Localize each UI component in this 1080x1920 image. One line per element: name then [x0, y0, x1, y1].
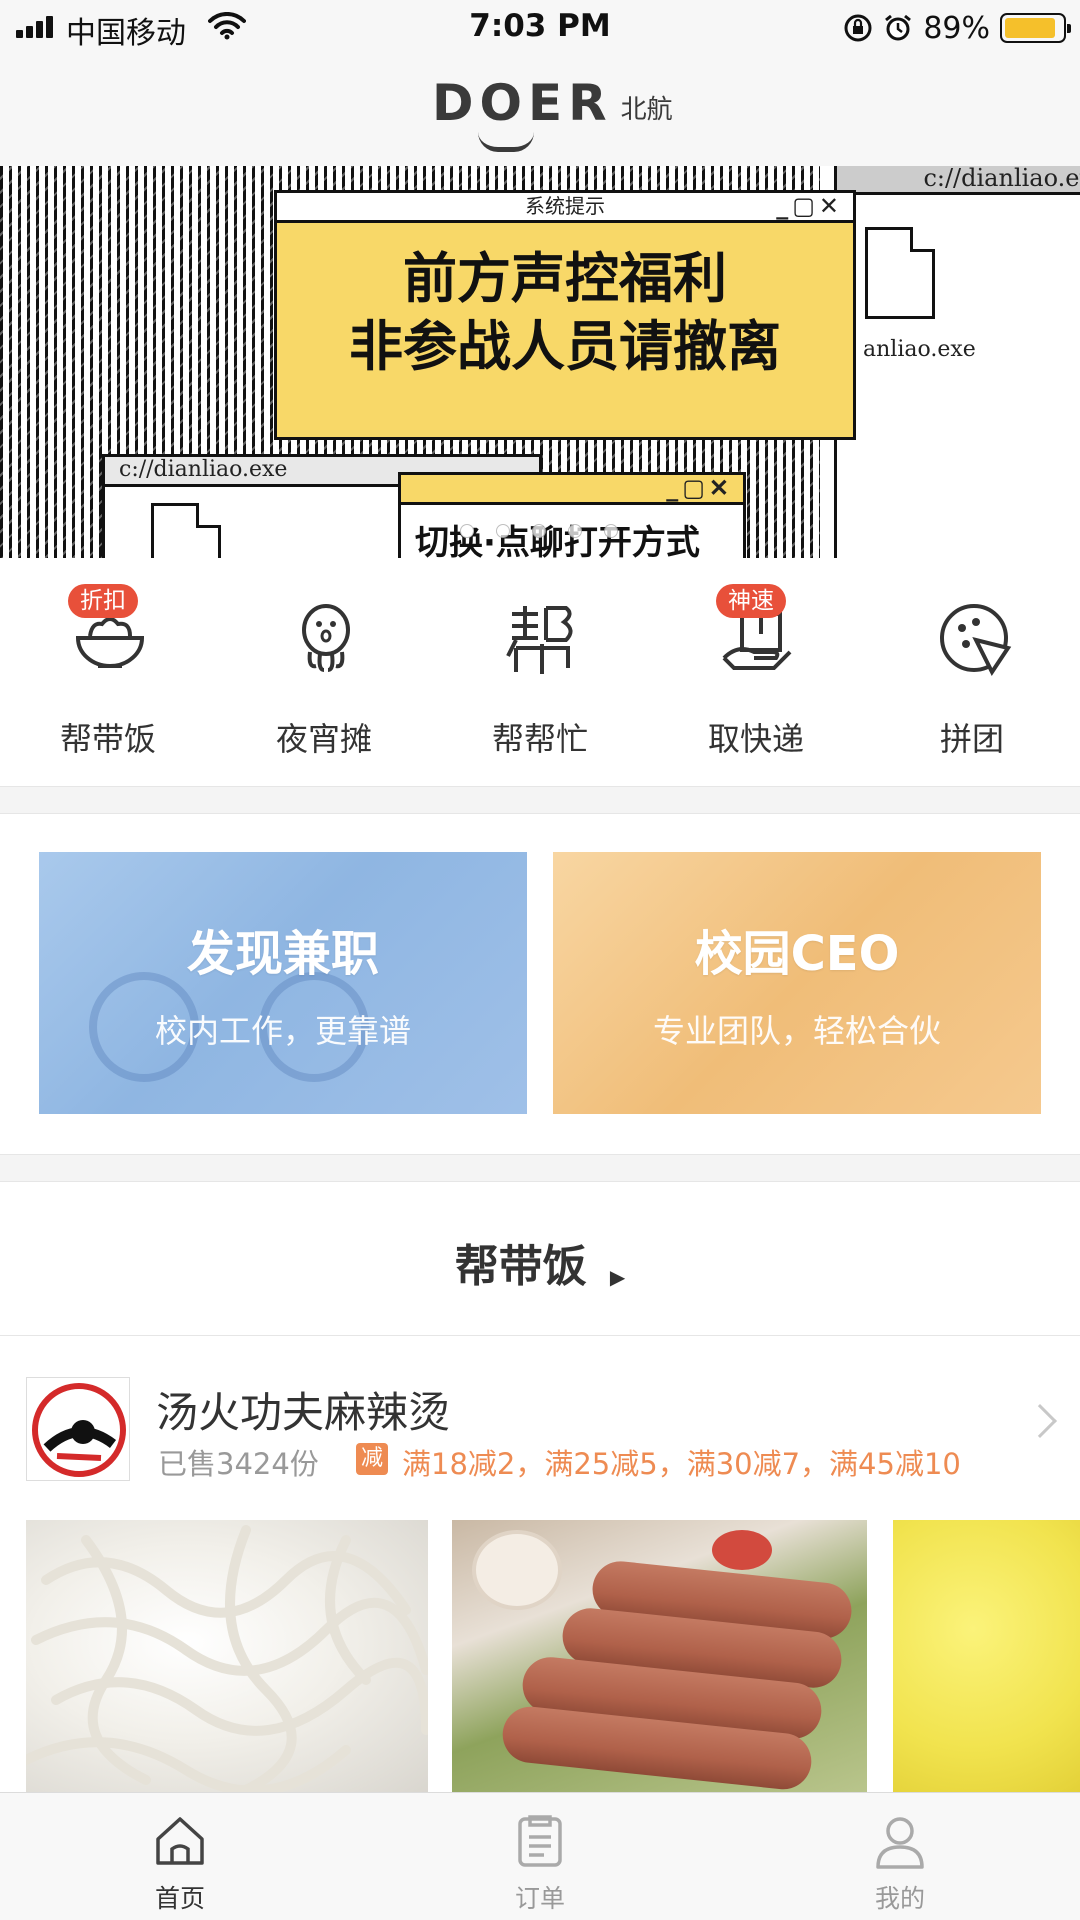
tab-label: 订单: [514, 1884, 565, 1913]
shop-logo: [26, 1377, 130, 1481]
carousel-indicator[interactable]: [460, 524, 618, 538]
play-arrow-icon: ▶: [609, 1264, 626, 1289]
carousel-dot[interactable]: [496, 524, 510, 538]
banner-window-right: c://dianliao.ex anliao.exe: [834, 166, 1080, 558]
octopus-icon: [302, 604, 350, 672]
promo-title: 校园CEO: [694, 926, 900, 982]
discount-badge: 折扣: [68, 584, 138, 618]
shop-sold-count: 已售3424份: [158, 1447, 319, 1481]
shop-item[interactable]: 汤火功夫麻辣烫 已售3424份 减 满18减2，满25减5，满30减7，满45减…: [0, 1337, 1080, 1517]
category-label: 帮带饭: [59, 720, 156, 758]
window-controls-icon: _▢✕: [666, 473, 733, 502]
category-label: 帮帮忙: [491, 720, 588, 758]
dish-gallery[interactable]: [0, 1520, 1080, 1792]
pizza-icon: [940, 604, 1012, 676]
dish-image-sausages[interactable]: [452, 1520, 867, 1792]
rotation-lock-icon: [844, 14, 872, 42]
category-label: 取快递: [707, 720, 804, 758]
alarm-icon: [885, 14, 912, 41]
dialog-title: 系统提示: [525, 194, 605, 218]
category-label: 拼团: [939, 720, 1004, 758]
logo-smile-mark: [478, 132, 534, 152]
shop-promotions: 满18减2，满25减5，满30减7，满45减10: [402, 1447, 961, 1481]
logo-subtitle: 北航: [620, 95, 673, 125]
banner-carousel[interactable]: c://dianliao.ex anliao.exe c://dianliao.…: [0, 166, 1080, 558]
category-label: 夜宵摊: [275, 720, 372, 758]
promo-section: 发现兼职 校内工作，更靠谱 校园CEO 专业团队，轻松合伙: [0, 814, 1080, 1154]
shop-name: 汤火功夫麻辣烫: [156, 1388, 451, 1437]
category-grid: 折扣 帮带饭 夜宵摊 帮帮忙 神速 取快递 拼团: [0, 558, 1080, 786]
category-qukuaidi[interactable]: 神速 取快递: [648, 558, 864, 786]
banner-headline-1: 前方声控福利: [403, 247, 727, 310]
shop-logo-image: [32, 1383, 126, 1477]
dish-image-noodles[interactable]: [26, 1520, 428, 1792]
status-bar: 中国移动 7:03 PM 89%: [0, 0, 1080, 54]
app-header: DOER 北航: [0, 54, 1080, 166]
discount-tag: 减: [356, 1443, 388, 1475]
help-character-icon: [506, 606, 573, 674]
section-title: 帮带饭: [454, 1241, 587, 1292]
tab-home[interactable]: 首页: [0, 1793, 360, 1920]
carousel-dot[interactable]: [568, 524, 582, 538]
promo-card-ceo[interactable]: 校园CEO 专业团队，轻松合伙: [553, 852, 1041, 1114]
tab-label: 我的: [874, 1884, 925, 1913]
battery-icon: [1000, 13, 1071, 43]
home-icon: [156, 1817, 204, 1865]
category-pintuan[interactable]: 拼团: [864, 558, 1080, 786]
app-logo: DOER 北航: [432, 74, 673, 152]
category-bangdaifan[interactable]: 折扣 帮带饭: [0, 558, 216, 786]
section-header[interactable]: 帮带饭 ▶: [0, 1182, 1080, 1336]
banner-dialog: 系统提示 _▢✕ 前方声控福利 非参战人员请撤离: [274, 190, 856, 440]
logo-text: DOER: [432, 74, 613, 132]
promo-subtitle: 校内工作，更靠谱: [154, 1012, 411, 1050]
speed-badge: 神速: [716, 584, 786, 618]
section-divider: [0, 786, 1080, 814]
user-profile-icon: [876, 1817, 924, 1869]
tab-orders[interactable]: 订单: [360, 1793, 720, 1920]
chevron-right-icon[interactable]: [1023, 1404, 1057, 1438]
carousel-dot[interactable]: [604, 524, 618, 538]
battery-percent: 89%: [923, 10, 990, 46]
carousel-dot[interactable]: [532, 524, 546, 538]
category-yexiaotan[interactable]: 夜宵摊: [216, 558, 432, 786]
section-divider: [0, 1154, 1080, 1182]
tab-bar: 首页 订单 我的: [0, 1792, 1080, 1920]
file-icon: [865, 227, 935, 319]
category-bangbangmang[interactable]: 帮帮忙: [432, 558, 648, 786]
tab-profile[interactable]: 我的: [720, 1793, 1080, 1920]
banner-window-small: _▢✕ 切换·点聊打开方式: [398, 472, 746, 558]
window-controls-icon: _▢✕: [776, 192, 843, 220]
dish-image-cabbage[interactable]: [893, 1520, 1080, 1792]
carousel-dot[interactable]: [460, 524, 474, 538]
tab-label: 首页: [154, 1884, 205, 1913]
promo-title: 发现兼职: [186, 926, 379, 982]
promo-subtitle: 专业团队，轻松合伙: [652, 1012, 941, 1050]
order-clipboard-icon: [518, 1815, 562, 1867]
promo-card-jobs[interactable]: 发现兼职 校内工作，更靠谱: [39, 852, 527, 1114]
file-icon: [151, 503, 221, 558]
banner-headline-2: 非参战人员请撤离: [349, 315, 781, 378]
